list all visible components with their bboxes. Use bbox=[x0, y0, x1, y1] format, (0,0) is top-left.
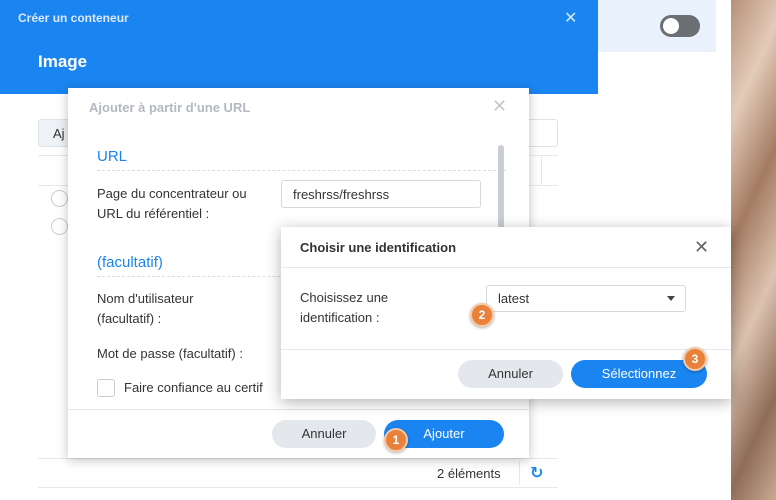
username-label-line1: Nom d'utilisateur bbox=[97, 291, 194, 306]
close-icon[interactable]: ✕ bbox=[694, 237, 709, 258]
choose-tag-label: Choisissez une identification : bbox=[300, 288, 388, 328]
step-badge-1: 1 bbox=[384, 428, 408, 452]
trust-certificate-label: Faire confiance au certif bbox=[124, 380, 263, 395]
cancel-button[interactable]: Annuler bbox=[458, 360, 563, 388]
section-title-optional: (facultatif) bbox=[97, 254, 163, 271]
refresh-icon[interactable]: ↻ bbox=[530, 463, 543, 483]
dialog-footer-divider bbox=[68, 409, 529, 410]
choose-tag-dialog: Choisir une identification ✕ Choisissez … bbox=[281, 227, 731, 399]
choose-tag-label-line2: identification : bbox=[300, 310, 380, 325]
create-container-header: Créer un conteneur ✕ Image bbox=[0, 0, 598, 94]
item-count: 2 éléments bbox=[437, 466, 501, 481]
window-title: Créer un conteneur bbox=[18, 11, 129, 25]
dialog-header-divider bbox=[281, 267, 731, 268]
step-badge-2: 2 bbox=[470, 303, 494, 327]
choose-tag-label-line1: Choisissez une bbox=[300, 290, 389, 305]
tag-select[interactable]: latest bbox=[486, 285, 686, 312]
hub-url-label-line2: URL du référentiel : bbox=[97, 206, 210, 221]
add-image-button-label: Aj bbox=[53, 126, 65, 141]
column-divider bbox=[541, 155, 542, 185]
dialog-title: Ajouter à partir d'une URL bbox=[89, 100, 251, 115]
toggle-knob bbox=[663, 18, 679, 34]
tag-select-value: latest bbox=[498, 291, 530, 306]
username-label-line2: (facultatif) : bbox=[97, 311, 162, 326]
cancel-button[interactable]: Annuler bbox=[272, 420, 376, 448]
background-toggle-switch[interactable] bbox=[660, 15, 700, 37]
close-icon[interactable]: ✕ bbox=[492, 96, 507, 117]
step-badge-3: 3 bbox=[683, 347, 707, 371]
table-footer-line bbox=[38, 458, 558, 459]
close-icon[interactable]: ✕ bbox=[564, 8, 577, 28]
username-label: Nom d'utilisateur (facultatif) : bbox=[97, 289, 193, 329]
section-title-url: URL bbox=[97, 148, 128, 165]
table-row-radio[interactable] bbox=[51, 218, 68, 235]
hub-url-label-line1: Page du concentrateur ou bbox=[97, 186, 247, 201]
hub-url-label: Page du concentrateur ou URL du référent… bbox=[97, 184, 247, 224]
dialog-title: Choisir une identification bbox=[300, 240, 457, 255]
dialog-scrollbar[interactable] bbox=[498, 145, 504, 231]
footer-divider bbox=[519, 461, 520, 485]
hub-url-input[interactable]: freshrss/freshrss bbox=[281, 180, 481, 208]
table-bottom-line bbox=[38, 487, 558, 488]
section-divider bbox=[97, 170, 506, 171]
step-title: Image bbox=[38, 52, 88, 71]
dialog-footer-divider bbox=[281, 349, 731, 350]
chevron-down-icon bbox=[667, 296, 675, 301]
trust-certificate-checkbox[interactable] bbox=[97, 379, 115, 397]
table-row-radio[interactable] bbox=[51, 190, 68, 207]
password-label: Mot de passe (facultatif) : bbox=[97, 346, 243, 361]
